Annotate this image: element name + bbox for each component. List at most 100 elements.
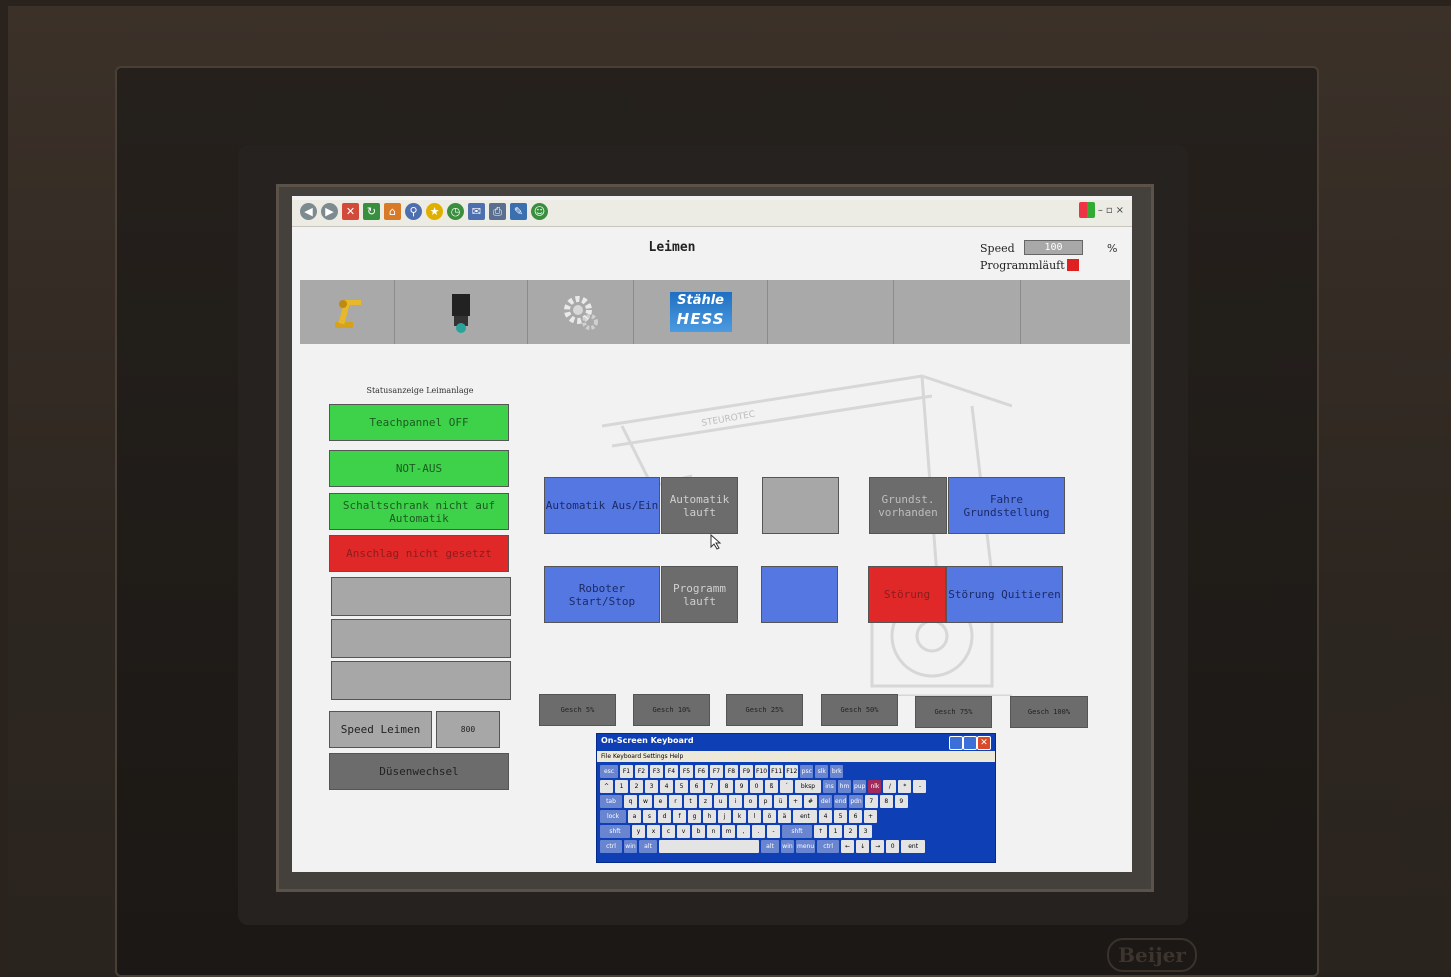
mail-icon[interactable]: ✉: [468, 203, 485, 220]
osk-key[interactable]: bksp: [795, 780, 821, 793]
osk-key[interactable]: v: [677, 825, 690, 838]
automatic-toggle-button[interactable]: Automatik Aus/Ein: [544, 477, 660, 534]
osk-key[interactable]: F4: [665, 765, 678, 778]
osk-key[interactable]: g: [688, 810, 701, 823]
osk-key[interactable]: 2: [630, 780, 643, 793]
osk-key[interactable]: 9: [894, 795, 908, 808]
osk-key[interactable]: 3: [859, 825, 872, 838]
osk-key[interactable]: nlk: [868, 780, 882, 793]
osk-key[interactable]: t: [684, 795, 697, 808]
speed-5-button[interactable]: Gesch 5%: [539, 694, 616, 726]
forward-icon[interactable]: ▶: [321, 203, 338, 220]
osk-key[interactable]: F9: [740, 765, 753, 778]
osk-key[interactable]: →: [871, 840, 885, 853]
osk-key[interactable]: shft: [782, 825, 812, 838]
osk-key[interactable]: 3: [645, 780, 658, 793]
osk-key[interactable]: F8: [725, 765, 738, 778]
osk-key[interactable]: 2: [844, 825, 857, 838]
osk-close-icon[interactable]: ✕: [977, 736, 991, 750]
nav-empty-3[interactable]: [1021, 280, 1130, 344]
osk-key[interactable]: r: [669, 795, 682, 808]
empty-blue-button[interactable]: [761, 566, 838, 623]
nav-camera[interactable]: [395, 280, 528, 344]
osk-key[interactable]: F6: [695, 765, 708, 778]
acknowledge-fault-button[interactable]: Störung Quitieren: [946, 566, 1063, 623]
osk-key[interactable]: m: [722, 825, 735, 838]
favorites-icon[interactable]: ★: [426, 203, 443, 220]
osk-key[interactable]: 1: [615, 780, 628, 793]
osk-key[interactable]: alt: [639, 840, 657, 853]
osk-key[interactable]: F10: [755, 765, 769, 778]
osk-key[interactable]: esc: [600, 765, 618, 778]
osk-key[interactable]: j: [718, 810, 731, 823]
osk-key[interactable]: 7: [705, 780, 718, 793]
osk-key[interactable]: 8: [879, 795, 893, 808]
osk-key[interactable]: ins: [823, 780, 836, 793]
osk-key[interactable]: F7: [710, 765, 723, 778]
osk-key[interactable]: F2: [635, 765, 648, 778]
osk-key[interactable]: ent: [793, 810, 817, 823]
osk-maximize-icon[interactable]: [963, 736, 977, 750]
osk-key[interactable]: e: [654, 795, 667, 808]
home-icon[interactable]: ⌂: [384, 203, 401, 220]
osk-key[interactable]: ä: [778, 810, 791, 823]
osk-key[interactable]: c: [662, 825, 675, 838]
osk-key[interactable]: pdn: [849, 795, 863, 808]
osk-key[interactable]: win: [624, 840, 637, 853]
osk-key[interactable]: ß: [765, 780, 778, 793]
nav-empty-2[interactable]: [894, 280, 1021, 344]
osk-key[interactable]: ent: [901, 840, 926, 853]
osk-key[interactable]: o: [744, 795, 757, 808]
osk-key[interactable]: -: [767, 825, 780, 838]
osk-key[interactable]: 6: [690, 780, 703, 793]
history-icon[interactable]: ◷: [447, 203, 464, 220]
osk-key[interactable]: #: [804, 795, 817, 808]
osk-key[interactable]: lock: [600, 810, 626, 823]
robot-start-stop-button[interactable]: Roboter Start/Stop: [544, 566, 660, 623]
osk-key[interactable]: ,: [737, 825, 750, 838]
osk-key[interactable]: 8: [720, 780, 733, 793]
osk-key[interactable]: ö: [763, 810, 776, 823]
osk-key[interactable]: z: [699, 795, 712, 808]
print-icon[interactable]: ⎙: [489, 203, 506, 220]
osk-key[interactable]: d: [658, 810, 671, 823]
osk-key[interactable]: u: [714, 795, 727, 808]
osk-key[interactable]: F11: [770, 765, 784, 778]
osk-key[interactable]: ´: [780, 780, 793, 793]
osk-key[interactable]: pup: [853, 780, 867, 793]
speed-10-button[interactable]: Gesch 10%: [633, 694, 710, 726]
osk-key[interactable]: h: [703, 810, 716, 823]
osk-key[interactable]: 4: [819, 810, 832, 823]
speed-75-button[interactable]: Gesch 75%: [915, 696, 992, 728]
osk-key[interactable]: alt: [761, 840, 779, 853]
nav-empty-1[interactable]: [768, 280, 895, 344]
osk-key[interactable]: win: [781, 840, 794, 853]
osk-key[interactable]: ↓: [856, 840, 870, 853]
osk-key[interactable]: 5: [675, 780, 688, 793]
minimize-icon[interactable]: –: [1098, 205, 1103, 216]
go-home-button[interactable]: Fahre Grundstellung: [948, 477, 1065, 534]
osk-key[interactable]: +: [789, 795, 802, 808]
osk-key[interactable]: ctrl: [600, 840, 622, 853]
osk-key[interactable]: +: [864, 810, 877, 823]
speed-value[interactable]: 100: [1024, 240, 1083, 255]
osk-key[interactable]: k: [733, 810, 746, 823]
back-icon[interactable]: ◀: [300, 203, 317, 220]
osk-key[interactable]: psc: [800, 765, 814, 778]
speed-50-button[interactable]: Gesch 50%: [821, 694, 898, 726]
osk-key[interactable]: F3: [650, 765, 663, 778]
osk-key[interactable]: ctrl: [817, 840, 840, 853]
nav-robot[interactable]: [300, 280, 396, 344]
osk-key[interactable]: -: [913, 780, 927, 793]
on-screen-keyboard[interactable]: On-Screen Keyboard ✕ File Keyboard Setti…: [596, 733, 996, 863]
speed-100-button[interactable]: Gesch 100%: [1010, 696, 1088, 728]
messenger-icon[interactable]: ☺: [531, 203, 548, 220]
refresh-icon[interactable]: ↻: [363, 203, 380, 220]
osk-key[interactable]: slk: [815, 765, 829, 778]
osk-key[interactable]: a: [628, 810, 641, 823]
osk-key[interactable]: ↑: [814, 825, 827, 838]
osk-key[interactable]: end: [834, 795, 848, 808]
osk-key[interactable]: x: [647, 825, 660, 838]
osk-key[interactable]: 0: [750, 780, 763, 793]
osk-key[interactable]: y: [632, 825, 645, 838]
